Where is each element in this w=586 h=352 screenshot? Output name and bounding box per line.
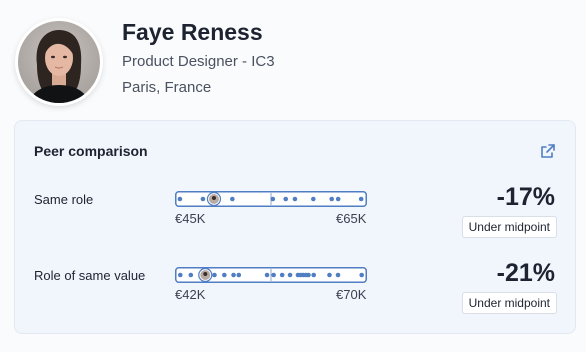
peer-dot[interactable] (359, 272, 364, 278)
self-marker-head (211, 196, 216, 200)
peer-dot[interactable] (292, 196, 298, 202)
status-badge: Under midpoint (461, 216, 557, 238)
peer-dot[interactable] (306, 272, 311, 278)
range-min-label: €45K (175, 211, 206, 226)
peer-dot[interactable] (335, 272, 341, 278)
status-badge: Under midpoint (461, 292, 557, 314)
peer-dot[interactable] (212, 272, 217, 278)
peer-dot[interactable] (264, 272, 270, 278)
salary-range-bar[interactable] (175, 267, 367, 283)
peer-dot[interactable] (311, 196, 316, 202)
card-title: Peer comparison (34, 143, 148, 159)
external-link-icon[interactable] (540, 143, 556, 159)
peer-dot[interactable] (188, 272, 194, 278)
self-avatar-marker[interactable] (198, 267, 213, 283)
percent-difference: -17% (496, 183, 555, 211)
range-max-label: €65K (336, 211, 367, 226)
profile-location: Paris, France (122, 79, 212, 96)
peer-dot[interactable] (177, 196, 183, 202)
peer-dot[interactable] (200, 196, 206, 202)
peer-dot[interactable] (327, 272, 332, 278)
row-label: Role of same value (34, 268, 146, 283)
peer-dot[interactable] (270, 196, 276, 202)
row-label: Same role (34, 192, 94, 207)
peer-comparison-card: Peer comparison Same role €45K €65K -17%… (14, 120, 576, 334)
peer-dot[interactable] (231, 272, 236, 278)
avatar (15, 18, 103, 106)
self-avatar-marker[interactable] (206, 191, 222, 207)
peer-dot[interactable] (335, 196, 341, 202)
percent-difference: -21% (496, 259, 555, 287)
profile-role: Product Designer - IC3 (122, 53, 275, 70)
peer-dot[interactable] (279, 272, 285, 278)
salary-range-bar[interactable] (175, 191, 367, 207)
peer-dot[interactable] (178, 272, 183, 278)
peer-dot[interactable] (358, 196, 364, 202)
peer-dot[interactable] (271, 272, 276, 278)
range-max-label: €70K (336, 287, 367, 302)
profile-name: Faye Reness (122, 19, 263, 45)
peer-dot[interactable] (230, 196, 235, 202)
peer-dot[interactable] (236, 272, 242, 278)
peer-dot[interactable] (283, 196, 289, 202)
peer-dot[interactable] (287, 272, 293, 278)
range-min-label: €42K (175, 287, 206, 302)
peer-dot[interactable] (222, 272, 227, 278)
self-marker-head (203, 272, 208, 276)
peer-dot[interactable] (329, 196, 335, 202)
portrait-image (18, 21, 100, 103)
peer-dot[interactable] (311, 272, 317, 278)
